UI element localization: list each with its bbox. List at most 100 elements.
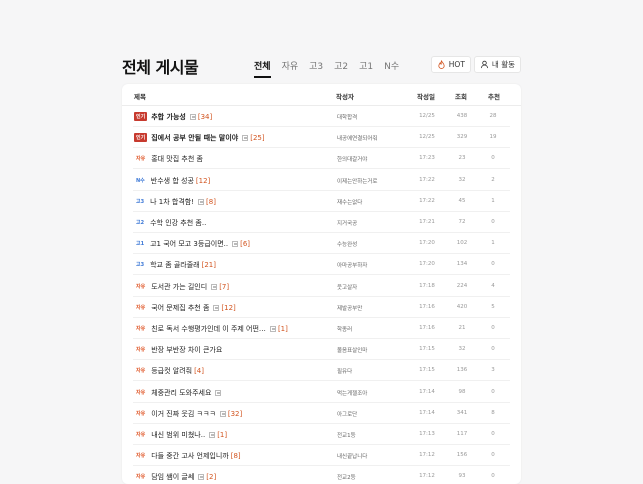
table-row[interactable]: 자유 반장 부반장 차이 큰가요 몰음표살인마 17:15 32 0: [133, 339, 510, 361]
post-title[interactable]: 체중관리 도와주세요: [151, 389, 211, 397]
post-title-cell[interactable]: 자유 담임 쌤이 글쎄 [2]: [134, 472, 216, 482]
post-title[interactable]: 학교 좀 골라줄래: [150, 261, 200, 269]
post-title[interactable]: 반장 부반장 차이 큰가요: [151, 346, 222, 354]
post-title-cell[interactable]: 고3 학교 좀 골라줄래 [21]: [134, 260, 216, 270]
post-table: 제목 작성자 작성일 조회 추천 인기 추합 가능성 [34] 대학합격 12/25 43…: [122, 84, 521, 484]
hot-button-label: HOT: [448, 60, 465, 69]
post-title[interactable]: 국어 문제집 추천 좀: [151, 304, 209, 312]
post-date: 17:14: [419, 388, 435, 395]
tab-3[interactable]: 고2: [334, 59, 348, 78]
table-row[interactable]: 자유 도서관 가는 길인디 [7] 웃고살자 17:18 224 4: [133, 276, 510, 297]
post-views: 23: [458, 155, 466, 162]
category-badge: 자유: [136, 410, 146, 417]
post-title[interactable]: 도서관 가는 길인디: [151, 283, 207, 291]
post-title[interactable]: 추합 가능성: [151, 113, 186, 121]
post-title-cell[interactable]: 인기 추합 가능성 [34]: [134, 112, 212, 122]
post-title[interactable]: 고1 국어 모고 3등급이면..: [150, 240, 228, 248]
table-row[interactable]: 고1 고1 국어 모고 3등급이면.. [6] 수능완성 17:20 102 1: [133, 233, 510, 255]
post-title[interactable]: 집에서 공부 안될 때는 말이야: [151, 134, 238, 142]
post-title[interactable]: 이거 진짜 웃김 ㅋㅋㅋ: [151, 410, 216, 418]
comment-count: [12]: [221, 303, 236, 312]
table-row[interactable]: 고3 나 1차 합격함! [8] 재수는없다 17:22 45 1: [133, 191, 510, 212]
post-title[interactable]: 반수생 합 성공: [151, 177, 194, 185]
post-title-cell[interactable]: 자유 도서관 가는 길인디 [7]: [134, 282, 229, 292]
post-views: 72: [458, 219, 466, 225]
tab-1[interactable]: 자유: [282, 59, 299, 78]
post-views: 134: [456, 261, 468, 268]
post-author: 먹는게젤조아: [337, 390, 368, 397]
tab-2[interactable]: 고3: [309, 59, 323, 78]
my-activity-button[interactable]: 내 활동: [473, 56, 521, 73]
post-likes: 28: [489, 113, 497, 119]
table-row[interactable]: 인기 추합 가능성 [34] 대학합격 12/25 438 28: [133, 106, 510, 127]
table-row[interactable]: 자유 이거 진짜 웃김 ㅋㅋㅋ [32] 아그로단 17:14 341 8: [133, 403, 510, 424]
post-views: 329: [456, 134, 468, 141]
post-title-cell[interactable]: 자유 내신 범위 미쳤나.. [1]: [134, 430, 227, 440]
post-title[interactable]: 담임 쌤이 글쎄: [151, 473, 194, 481]
post-author: 이제는안하는거로: [337, 178, 378, 185]
post-title[interactable]: 등급컷 알려줘: [151, 367, 192, 375]
post-title-cell[interactable]: 자유 친로 독서 수행평가인데 이 주제 어떤… [1]: [134, 324, 288, 334]
post-author: 아마공부하자: [337, 263, 368, 270]
tab-4[interactable]: 고1: [359, 59, 373, 78]
post-title-cell[interactable]: 자유 홍대 맛집 추천 좀: [134, 154, 203, 164]
post-title[interactable]: 나 1차 합격함!: [150, 198, 194, 206]
post-title-cell[interactable]: 고3 나 1차 합격함! [8]: [134, 197, 216, 207]
post-author: 한의대갈거야: [337, 157, 368, 164]
category-tabs: 전체 자유 고3 고2 고1 N수: [254, 59, 410, 78]
table-row[interactable]: 자유 담임 쌤이 글쎄 [2] 전교2등 17:12 93 0: [133, 466, 510, 484]
comment-count: [34]: [197, 113, 213, 121]
category-badge: 자유: [136, 283, 146, 290]
post-likes: 0: [491, 261, 495, 268]
post-views: 93: [458, 473, 466, 480]
post-title-cell[interactable]: N수 반수생 합 성공 [12]: [134, 176, 210, 186]
fire-icon: [438, 60, 445, 69]
table-row[interactable]: 자유 체중관리 도와주세요 먹는게젤조아 17:14 98 0: [133, 382, 510, 403]
post-title[interactable]: 친로 독서 수행평가인데 이 주제 어떤…: [151, 325, 266, 333]
post-likes: 1: [491, 197, 495, 204]
tab-0[interactable]: 전체: [254, 59, 271, 78]
post-title[interactable]: 홍대 맛집 추천 좀: [151, 155, 203, 163]
post-title-cell[interactable]: 자유 등급컷 알려줘 [4]: [134, 366, 204, 376]
post-date: 17:20: [419, 240, 435, 247]
post-views: 45: [458, 197, 466, 204]
post-title[interactable]: 내신 범위 미쳤나..: [151, 431, 205, 439]
table-row[interactable]: 자유 등급컷 알려줘 [4] 필유다 17:15 136 3: [133, 360, 510, 382]
table-row[interactable]: N수 반수생 합 성공 [12] 이제는안하는거로 17:22 32 2: [133, 170, 510, 191]
post-date: 17:15: [419, 367, 435, 374]
post-likes: 1: [491, 240, 495, 247]
table-row[interactable]: 자유 친로 독서 수행평가인데 이 주제 어떤… [1] 학종러 17:16 21 0: [133, 318, 510, 339]
post-author: 몰음표살인마: [337, 348, 368, 355]
tab-5[interactable]: N수: [384, 59, 399, 78]
post-title-cell[interactable]: 고1 고1 국어 모고 3등급이면.. [6]: [134, 239, 250, 249]
category-badge: 자유: [136, 368, 146, 375]
table-row[interactable]: 고3 학교 좀 골라줄래 [21] 아마공부하자 17:20 134 0: [133, 254, 510, 276]
table-row[interactable]: 고2 수학 인강 추천 좀.. 지거국공 17:21 72 0: [133, 212, 510, 233]
post-title-cell[interactable]: 인기 집에서 공부 안될 때는 말이야 [25]: [134, 133, 265, 143]
image-attached-icon: [215, 389, 222, 396]
col-likes: 추천: [488, 93, 500, 101]
col-date: 작성일: [417, 93, 435, 101]
post-title-cell[interactable]: 자유 반장 부반장 차이 큰가요: [134, 345, 222, 355]
post-title[interactable]: 수학 인강 추천 좀..: [150, 219, 206, 227]
post-title-cell[interactable]: 자유 체중관리 도와주세요: [134, 388, 222, 398]
post-title-cell[interactable]: 자유 국어 문제집 추천 좀 [12]: [134, 303, 236, 313]
category-badge: 자유: [136, 453, 146, 460]
table-row[interactable]: 자유 내신 범위 미쳤나.. [1] 전교1등 17:13 117 0: [133, 424, 510, 445]
post-title-cell[interactable]: 자유 이거 진짜 웃김 ㅋㅋㅋ [32]: [134, 409, 242, 419]
post-date: 17:23: [419, 155, 435, 162]
table-row[interactable]: 인기 집에서 공부 안될 때는 말이야 [25] 내공에연결되어줘 12/25 329 19: [133, 127, 510, 149]
post-title-cell[interactable]: 고2 수학 인강 추천 좀..: [134, 218, 206, 228]
table-row[interactable]: 자유 다들 중간 고사 언제입니까 [8] 내신끝납니다 17:12 156 0: [133, 445, 510, 467]
table-row[interactable]: 자유 홍대 맛집 추천 좀 한의대갈거야 17:23 23 0: [133, 148, 510, 170]
table-row[interactable]: 자유 국어 문제집 추천 좀 [12] 제발공부만 17:16 420 5: [133, 297, 510, 318]
comment-count: [25]: [250, 134, 265, 143]
table-header: 제목 작성자 작성일 조회 추천: [122, 84, 521, 106]
comment-count: [1]: [277, 325, 288, 333]
post-title[interactable]: 다들 중간 고사 언제입니까: [151, 452, 229, 460]
post-title-cell[interactable]: 자유 다들 중간 고사 언제입니까 [8]: [134, 451, 241, 461]
post-date: 17:12: [419, 452, 435, 459]
hot-button[interactable]: HOT: [430, 56, 471, 73]
comment-count: [2]: [206, 473, 217, 482]
post-likes: 3: [491, 367, 495, 374]
